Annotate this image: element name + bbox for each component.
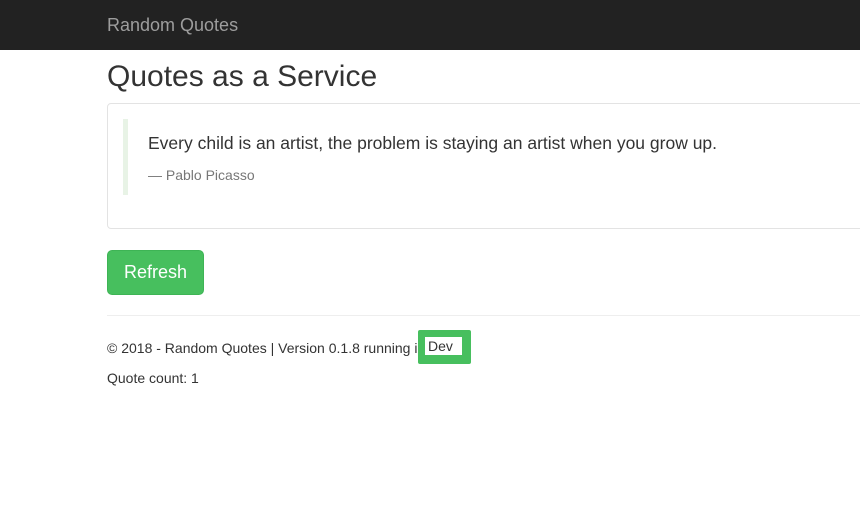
page-title: Quotes as a Service	[107, 60, 378, 93]
brand-link[interactable]: Random Quotes	[107, 14, 238, 36]
environment-badge: Dev	[418, 330, 471, 364]
quote-author: — Pablo Picasso	[148, 167, 255, 183]
top-navbar: Random Quotes	[0, 0, 860, 50]
environment-label: Dev	[425, 337, 462, 355]
quote-count: Quote count: 1	[107, 370, 199, 386]
footer-divider	[107, 315, 860, 316]
refresh-button[interactable]: Refresh	[107, 250, 204, 295]
footer-text: © 2018 - Random Quotes | Version 0.1.8 r…	[107, 340, 418, 356]
quote-panel: Every child is an artist, the problem is…	[107, 103, 860, 229]
quote-text: Every child is an artist, the problem is…	[148, 133, 718, 153]
